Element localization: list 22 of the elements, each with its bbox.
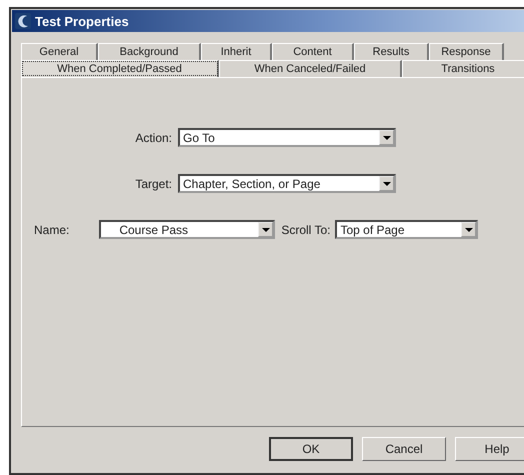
target-dropdown[interactable]: Chapter, Section, or Page — [178, 174, 396, 193]
field-label: Name: — [34, 222, 70, 236]
tab[interactable]: When Completed/Passed — [21, 60, 219, 77]
tab[interactable]: Content — [272, 43, 354, 60]
tab[interactable]: Response — [429, 43, 504, 60]
field-label: Action: — [134, 130, 172, 144]
tab[interactable]: Transitions — [402, 60, 524, 77]
scroll-to-dropdown[interactable]: Top of Page — [335, 220, 478, 239]
window-title: Test Properties — [35, 14, 129, 28]
tab[interactable]: When Canceled/Failed — [219, 60, 402, 77]
app-icon — [15, 13, 31, 29]
tab[interactable]: Results — [354, 43, 429, 60]
action-dropdown[interactable]: Go To — [178, 128, 396, 147]
tab[interactable]: Background — [98, 43, 201, 60]
dialog-button[interactable]: Help — [455, 437, 524, 461]
tab[interactable]: Inherit — [201, 43, 272, 60]
field-label: Scroll To: — [281, 222, 330, 236]
name-dropdown[interactable]: Course Pass — [99, 220, 276, 239]
dialog-button[interactable]: Cancel — [362, 437, 446, 461]
field-label: Target: — [134, 176, 172, 190]
dialog-button[interactable]: OK — [269, 437, 353, 461]
tab[interactable]: General — [21, 43, 98, 60]
